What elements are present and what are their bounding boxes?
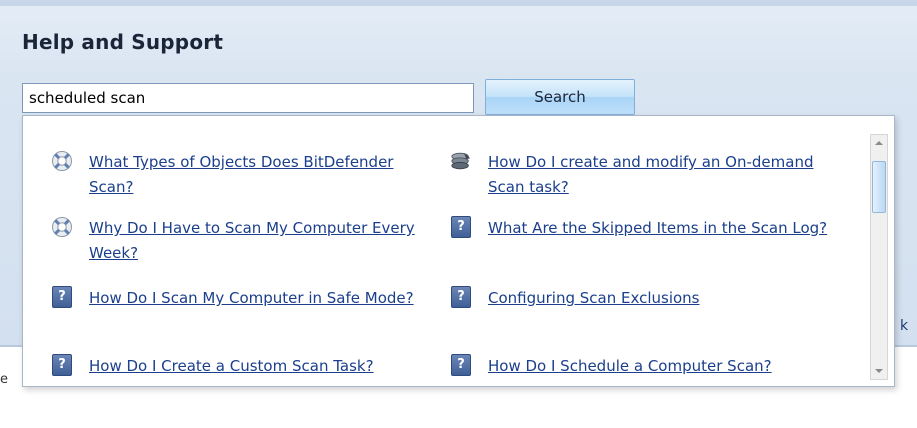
result-link[interactable]: What Types of Objects Does BitDefender S…	[89, 150, 431, 200]
lifebuoy-icon	[51, 150, 73, 172]
search-button[interactable]: Search	[485, 79, 635, 115]
scan-task-icon	[450, 150, 472, 172]
scroll-down-arrow[interactable]	[871, 363, 887, 379]
result-link[interactable]: How Do I Create a Custom Scan Task?	[89, 354, 374, 379]
scroll-up-arrow[interactable]	[871, 135, 887, 151]
background-text-fragment: k	[900, 318, 909, 334]
result-item: Why Do I Have to Scan My Computer Every …	[51, 216, 431, 266]
question-icon: ?	[450, 354, 472, 376]
lifebuoy-icon	[51, 216, 73, 238]
question-icon: ?	[51, 354, 73, 376]
result-link[interactable]: What Are the Skipped Items in the Scan L…	[488, 216, 827, 241]
result-item: How Do I create and modify an On-demand …	[450, 150, 830, 200]
chevron-up-icon	[875, 141, 883, 145]
result-item: ? How Do I Create a Custom Scan Task?	[51, 354, 431, 379]
question-icon: ?	[51, 286, 73, 308]
chevron-down-icon	[875, 369, 883, 373]
scroll-thumb[interactable]	[872, 161, 886, 213]
background-text-fragment: e	[0, 372, 8, 387]
result-link[interactable]: How Do I Scan My Computer in Safe Mode?	[89, 286, 414, 311]
result-item: ? Configuring Scan Exclusions	[450, 286, 830, 311]
page-title: Help and Support	[22, 30, 224, 54]
question-icon: ?	[450, 216, 472, 238]
result-link[interactable]: Configuring Scan Exclusions	[488, 286, 700, 311]
result-item: ? How Do I Scan My Computer in Safe Mode…	[51, 286, 431, 311]
result-link[interactable]: How Do I create and modify an On-demand …	[488, 150, 830, 200]
result-item: ? What Are the Skipped Items in the Scan…	[450, 216, 830, 241]
search-input[interactable]	[22, 83, 474, 113]
question-icon: ?	[450, 286, 472, 308]
search-results-popup: What Types of Objects Does BitDefender S…	[22, 115, 895, 387]
result-link[interactable]: How Do I Schedule a Computer Scan?	[488, 354, 772, 379]
result-item: ? How Do I Schedule a Computer Scan?	[450, 354, 830, 379]
result-link[interactable]: Why Do I Have to Scan My Computer Every …	[89, 216, 431, 266]
result-item: What Types of Objects Does BitDefender S…	[51, 150, 431, 200]
results-scrollbar[interactable]	[870, 134, 888, 380]
panel-top-edge	[0, 0, 917, 6]
